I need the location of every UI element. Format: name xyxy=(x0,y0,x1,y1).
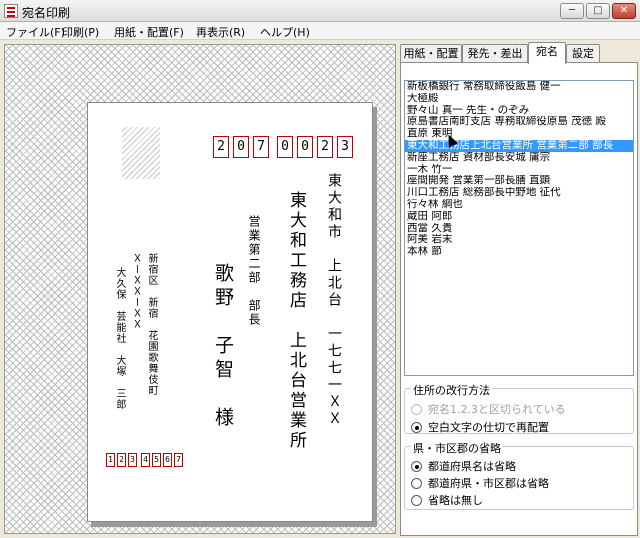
radio-checked-icon xyxy=(411,461,422,472)
menu-refresh[interactable]: 再表示(R) xyxy=(196,24,245,40)
menu-print[interactable]: 印刷(P) xyxy=(62,24,99,40)
tab-address[interactable]: 宛名 xyxy=(528,42,566,64)
radio-space-separated[interactable]: 空白文字の仕切で再配置 xyxy=(411,419,549,435)
tab-paper-layout[interactable]: 用紙・配置 xyxy=(400,44,462,63)
list-item[interactable]: 行々林 綱也 xyxy=(405,199,633,211)
abbreviation-group-title: 県・市区郡の省略 xyxy=(411,440,503,456)
radio-icon xyxy=(411,495,422,506)
radio-icon xyxy=(411,478,422,489)
list-item[interactable]: 大極殿 xyxy=(405,93,633,105)
sender-zip-digit: 1 xyxy=(106,453,115,467)
app-icon xyxy=(4,4,18,18)
postcard: 2 0 7 0 0 2 3 東大和市 上北台 一七七一ＸＸ 東大和工務店 上北台… xyxy=(87,102,373,522)
zip-digit: 2 xyxy=(213,136,229,158)
radio-checked-icon xyxy=(411,422,422,433)
list-item[interactable]: 新座工務店 資材部長安城 庸宗 xyxy=(405,152,633,164)
sender-address: 新宿区 新宿 花園歌舞伎町 xyxy=(146,253,157,396)
list-item[interactable]: 西當 久貴 xyxy=(405,223,633,235)
recipient-list[interactable]: 新板橋銀行 常務取締役飯島 健一 大極殿 野々山 真一 先生・のぞみ 原島書店南… xyxy=(404,80,634,376)
close-button[interactable]: ✕ xyxy=(612,3,636,19)
menu-help[interactable]: ヘルプ(H) xyxy=(260,24,310,40)
radio-omit-prefecture[interactable]: 都道府県名は省略 xyxy=(411,458,516,474)
line-break-group-title: 住所の改行方法 xyxy=(411,382,492,398)
stamp-area xyxy=(122,127,160,179)
list-item[interactable]: 野々山 真一 先生・のぞみ xyxy=(405,105,633,117)
menu-bar: ファイル(F) 印刷(P) 用紙・配置(F) 再表示(R) ヘルプ(H) xyxy=(0,22,640,40)
zip-digit: 0 xyxy=(297,136,313,158)
sender-zip-digit: 7 xyxy=(174,453,183,467)
list-item[interactable]: 新板橋銀行 常務取締役飯島 健一 xyxy=(405,81,633,93)
sender-name: 大久保 芸能社 大塚 三郎 xyxy=(114,267,125,410)
zip-digit: 0 xyxy=(277,136,293,158)
zip-digit: 3 xyxy=(337,136,353,158)
sender-zip-digit: 6 xyxy=(163,453,172,467)
sender-zip-digit: 4 xyxy=(141,453,150,467)
sender-address-2: ＸーＸＸーＸＸ xyxy=(130,253,141,330)
list-item[interactable]: 一木 竹一 xyxy=(405,164,633,176)
maximize-button[interactable]: □ xyxy=(586,3,610,19)
window-title: 宛名印刷 xyxy=(22,6,71,20)
radio-split-fields[interactable]: 宛名1.2.3と区切られている xyxy=(411,401,566,417)
zip-digit: 7 xyxy=(253,136,269,158)
recipient-company: 東大和工務店 上北台営業所 xyxy=(286,191,306,451)
list-item[interactable]: 直原 東明 xyxy=(405,128,633,140)
tab-sender[interactable]: 発先・差出 xyxy=(462,44,528,63)
list-item[interactable]: 蔵田 阿郎 xyxy=(405,211,633,223)
list-item[interactable]: 座間開発 営業第一部長膳 直顕 xyxy=(405,175,633,187)
print-preview: 2 0 7 0 0 2 3 東大和市 上北台 一七七一ＸＸ 東大和工務店 上北台… xyxy=(4,44,396,534)
sender-zip-digit: 5 xyxy=(152,453,161,467)
tab-strip: 用紙・配置 発先・差出 宛名 設定 xyxy=(400,42,640,64)
radio-omit-prefecture-city[interactable]: 都道府県・市区郡は省略 xyxy=(411,475,549,491)
abbreviation-group: 県・市区郡の省略 都道府県名は省略 都道府県・市区郡は省略 省略は無し xyxy=(404,440,634,510)
menu-layout[interactable]: 用紙・配置(F) xyxy=(114,24,184,40)
list-item[interactable]: 本林 節 xyxy=(405,246,633,258)
menu-file[interactable]: ファイル(F) xyxy=(6,24,65,40)
radio-no-omit[interactable]: 省略は無し xyxy=(411,492,483,508)
title-bar: 宛名印刷 ─ □ ✕ xyxy=(0,0,640,22)
zip-digit: 2 xyxy=(317,136,333,158)
list-item[interactable]: 原島書店南町支店 専務取締役原島 茂徳 殿 xyxy=(405,116,633,128)
list-item[interactable]: 川口工務店 総務部長中野地 征代 xyxy=(405,187,633,199)
recipient-department: 営業第二部 部長 xyxy=(247,215,261,327)
list-item-selected[interactable]: 東大和工務店上北台営業所 営業第二部 部長 xyxy=(405,139,633,152)
minimize-button[interactable]: ─ xyxy=(560,3,584,19)
line-break-group: 住所の改行方法 宛名1.2.3と区切られている 空白文字の仕切で再配置 xyxy=(404,382,634,435)
sender-zip-digit: 3 xyxy=(128,453,137,467)
recipient-address: 東大和市 上北台 一七七一ＸＸ xyxy=(326,173,342,428)
recipient-name: 歌野 子智 様 xyxy=(212,263,234,431)
zip-digit: 0 xyxy=(233,136,249,158)
sender-zip-digit: 2 xyxy=(117,453,126,467)
radio-icon xyxy=(411,404,422,415)
list-item[interactable]: 阿美 岩末 xyxy=(405,234,633,246)
tab-settings[interactable]: 設定 xyxy=(566,44,600,63)
